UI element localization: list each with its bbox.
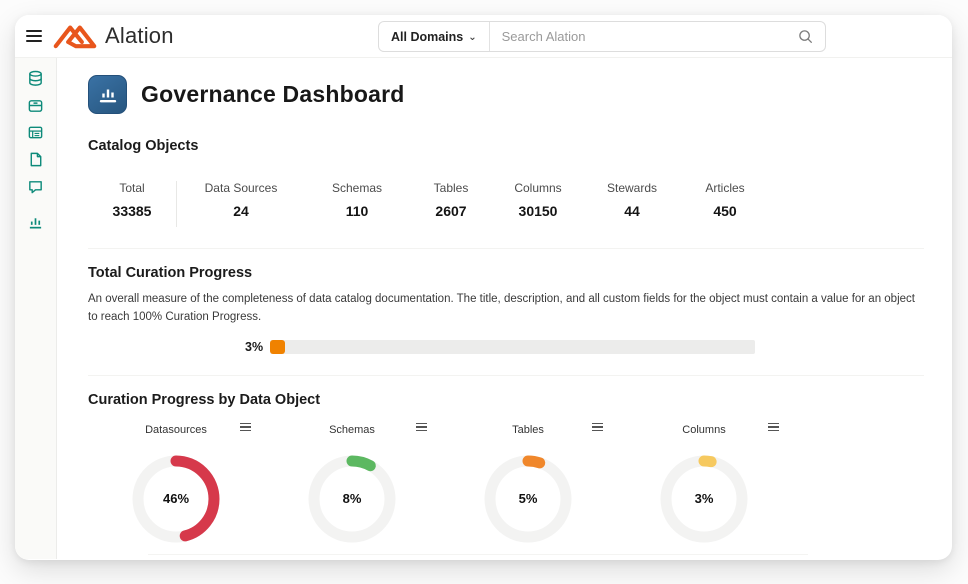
donut-title: Columns [682,424,725,436]
main-content: Governance Dashboard Catalog Objects Tot… [57,58,952,559]
top-bar: Alation All Domains ⌄ [15,15,952,58]
progress-fill [270,340,285,354]
chart-menu-icon[interactable] [240,423,251,432]
sidebar-item-tables table-grid-icon[interactable] [23,121,49,143]
stat-articles: Articles 450 [681,181,769,219]
domain-filter-label: All Domains [391,30,463,44]
sidebar-item-sources data-source-icon[interactable] [23,94,49,116]
global-search: All Domains ⌄ [378,21,826,52]
sidebar-item-data database-icon[interactable] [23,67,49,89]
donut-percent: 46% [130,453,222,545]
catalog-objects-stats: Total 33385 Data Sources 24 Schemas 110 … [88,181,924,227]
donut-percent: 8% [306,453,398,545]
domain-filter-dropdown[interactable]: All Domains ⌄ [379,22,490,51]
app-window: Alation All Domains ⌄ [15,15,952,560]
page-header: Governance Dashboard [88,75,924,114]
progress-track [270,340,755,354]
chart-menu-icon[interactable] [768,423,779,432]
search-icon[interactable] [786,29,825,44]
menu-icon[interactable] [15,30,53,42]
curation-progress-description: An overall measure of the completeness o… [88,291,924,327]
donut-percent: 5% [482,453,574,545]
section-divider [88,248,924,249]
catalog-objects-title: Catalog Objects [88,138,924,154]
donut-tables: Tables 5% [440,422,616,545]
brand-logo[interactable]: Alation [53,23,174,50]
sidebar-item-dashboards bar-chart-icon[interactable] [23,211,49,233]
progress-percent-label: 3% [245,340,263,354]
stat-stewards: Stewards 44 [583,181,681,219]
donut-percent: 3% [658,453,750,545]
bottom-divider [148,554,808,555]
total-curation-progress-bar: 3% [88,340,924,354]
chevron-down-icon: ⌄ [468,32,476,43]
brand-name: Alation [105,23,174,49]
stat-total: Total 33385 [88,181,176,219]
stat-data-sources: Data Sources 24 [177,181,305,219]
stat-schemas: Schemas 110 [305,181,409,219]
dashboard-icon [88,75,127,114]
donut-title: Tables [512,424,544,436]
alation-logo-icon [53,23,97,50]
donut-columns: Columns 3% [616,422,792,545]
curation-donut-charts: Datasources 46% Schemas [88,422,924,545]
page-title: Governance Dashboard [141,81,404,108]
chart-menu-icon[interactable] [416,423,427,432]
donut-title: Datasources [145,424,207,436]
chart-menu-icon[interactable] [592,423,603,432]
stat-tables: Tables 2607 [409,181,493,219]
donut-title: Schemas [329,424,375,436]
total-curation-progress-title: Total Curation Progress [88,265,924,281]
stat-columns: Columns 30150 [493,181,583,219]
curation-by-object-title: Curation Progress by Data Object [88,392,924,408]
left-sidebar [15,58,57,559]
donut-datasources: Datasources 46% [88,422,264,545]
sidebar-item-conversations chat-icon[interactable] [23,175,49,197]
donut-schemas: Schemas 8% [264,422,440,545]
search-input[interactable] [490,29,786,44]
sidebar-item-documents document-icon[interactable] [23,148,49,170]
section-divider [88,375,924,376]
